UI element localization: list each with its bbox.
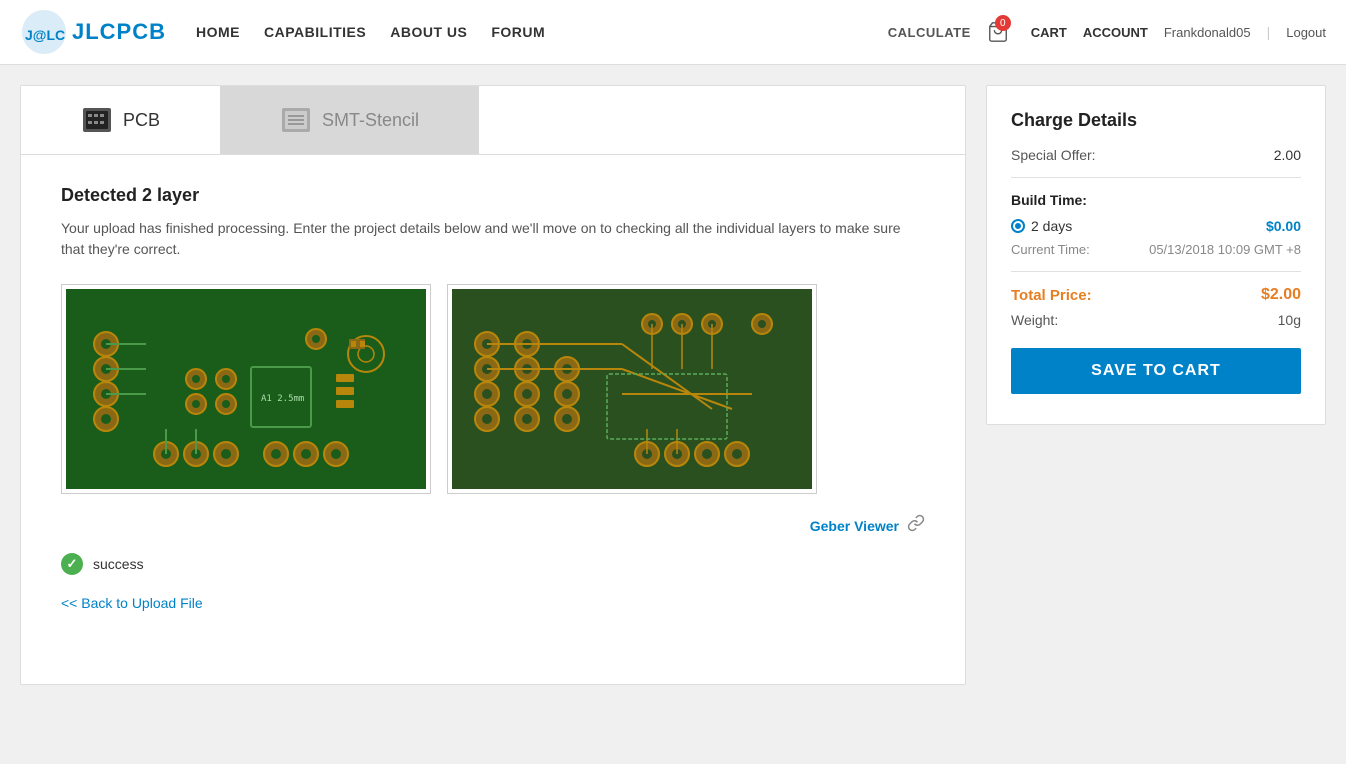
pcb-canvas-1: A1 2.5mm (66, 289, 426, 489)
logo-text: JLCPCB (72, 19, 166, 45)
detected-title: Detected 2 layer (61, 185, 925, 206)
svg-text:J@LC: J@LC (25, 27, 65, 43)
logo-icon: J@LC (20, 8, 68, 56)
success-icon: ✓ (61, 553, 83, 575)
pcb-preview-2 (447, 284, 817, 494)
total-price-value: $2.00 (1261, 286, 1301, 304)
total-price-row: Total Price: $2.00 (1011, 286, 1301, 304)
charge-details-panel: Charge Details Special Offer: 2.00 Build… (986, 85, 1326, 425)
header: J@LC JLCPCB HOME CAPABILITIES ABOUT US F… (0, 0, 1346, 65)
nav-capabilities[interactable]: CAPABILITIES (264, 24, 366, 40)
tab-smt[interactable]: SMT-Stencil (220, 86, 479, 154)
radio-dot-inner (1015, 223, 1021, 229)
username-label: Frankdonald05 (1164, 25, 1251, 40)
divider-1 (1011, 177, 1301, 178)
special-offer-label: Special Offer: (1011, 147, 1096, 163)
smt-tab-icon (280, 104, 312, 136)
radio-2days[interactable] (1011, 219, 1025, 233)
main-content: PCB SMT-Stencil Detected 2 layer Your up… (0, 65, 1346, 705)
special-offer-row: Special Offer: 2.00 (1011, 147, 1301, 163)
build-days-row: 2 days $0.00 (1011, 218, 1301, 234)
back-to-upload-link[interactable]: << Back to Upload File (61, 595, 203, 611)
cart-area[interactable]: 0 CART (987, 21, 1067, 43)
divider: | (1267, 24, 1271, 40)
pcb-svg-1: A1 2.5mm (66, 289, 426, 489)
build-price-value: $0.00 (1266, 218, 1301, 234)
current-time-row: Current Time: 05/13/2018 10:09 GMT +8 (1011, 242, 1301, 257)
special-offer-value: 2.00 (1274, 147, 1301, 163)
pcb-svg-2 (452, 289, 812, 489)
success-row: ✓ success (61, 553, 925, 575)
build-days-label: 2 days (1031, 218, 1072, 234)
detected-description: Your upload has finished processing. Ent… (61, 218, 925, 260)
calculate-button[interactable]: CALCULATE (888, 25, 971, 40)
geber-viewer-area: Geber Viewer (61, 514, 925, 537)
header-right: CALCULATE 0 CART ACCOUNT Frankdonald05 |… (888, 21, 1326, 43)
link-icon (907, 514, 925, 537)
tab-smt-label: SMT-Stencil (322, 110, 419, 131)
tab-pcb-label: PCB (123, 110, 160, 131)
charge-title: Charge Details (1011, 110, 1301, 131)
geber-viewer-link[interactable]: Geber Viewer (810, 518, 899, 534)
nav-about[interactable]: ABOUT US (390, 24, 467, 40)
svg-text:A1 2.5mm: A1 2.5mm (261, 394, 304, 404)
account-button[interactable]: ACCOUNT (1083, 25, 1148, 40)
current-time-label: Current Time: (1011, 242, 1090, 257)
save-to-cart-button[interactable]: SAVE TO CART (1011, 348, 1301, 394)
panel-content: Detected 2 layer Your upload has finishe… (21, 155, 965, 643)
cart-badge: 0 (995, 15, 1011, 31)
pcb-tab-icon (81, 104, 113, 136)
total-price-label: Total Price: (1011, 287, 1092, 304)
success-text: success (93, 556, 144, 572)
nav-forum[interactable]: FORUM (491, 24, 545, 40)
build-time-label: Build Time: (1011, 192, 1301, 208)
weight-row: Weight: 10g (1011, 312, 1301, 328)
pcb-canvas-2 (452, 289, 812, 489)
left-panel: PCB SMT-Stencil Detected 2 layer Your up… (20, 85, 966, 685)
pcb-preview-1: A1 2.5mm (61, 284, 431, 494)
logo-area[interactable]: J@LC JLCPCB (20, 8, 166, 56)
nav-home[interactable]: HOME (196, 24, 240, 40)
weight-label: Weight: (1011, 312, 1058, 328)
weight-value: 10g (1278, 312, 1301, 328)
cart-label[interactable]: CART (1031, 25, 1067, 40)
divider-2 (1011, 271, 1301, 272)
main-nav: HOME CAPABILITIES ABOUT US FORUM (196, 24, 545, 40)
product-tabs: PCB SMT-Stencil (21, 86, 965, 155)
tab-pcb[interactable]: PCB (21, 86, 220, 154)
current-time-value: 05/13/2018 10:09 GMT +8 (1149, 242, 1301, 257)
logout-button[interactable]: Logout (1286, 25, 1326, 40)
pcb-previews: A1 2.5mm (61, 284, 925, 494)
